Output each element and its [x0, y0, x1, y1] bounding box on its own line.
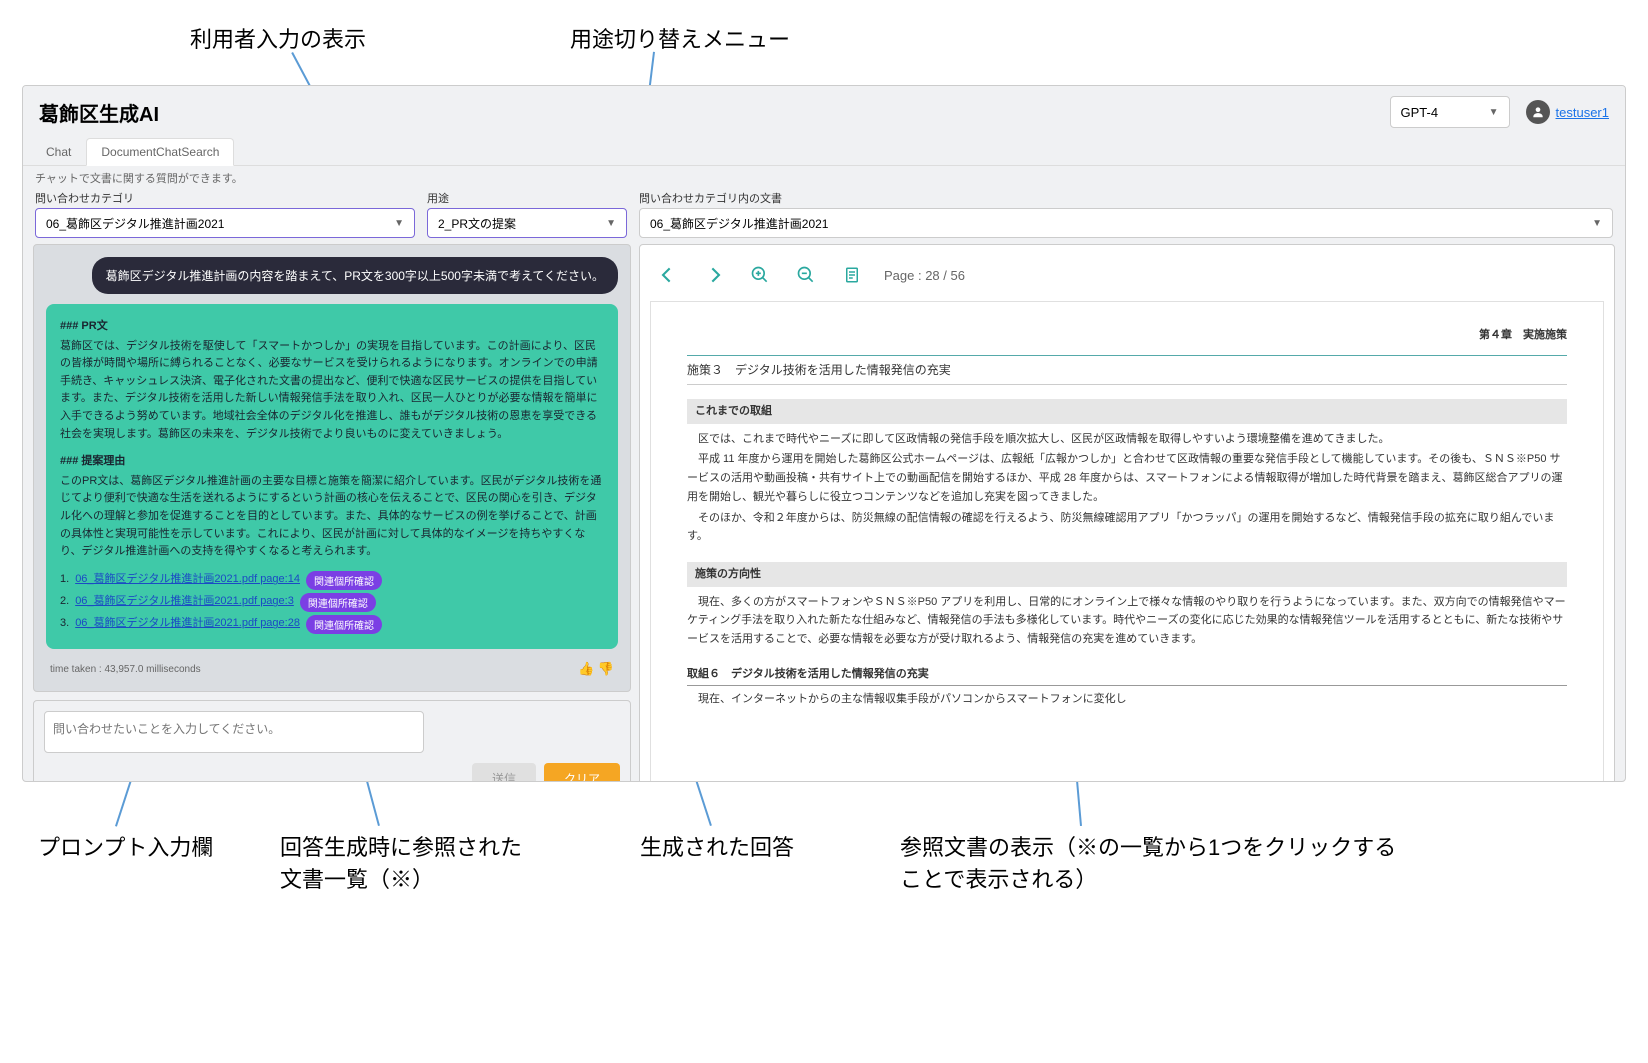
- ai-message: ### PR文 葛飾区では、デジタル技術を駆使して「スマートかつしか」の実現を目…: [46, 304, 618, 649]
- reference-number: 2.: [60, 593, 69, 611]
- purpose-value: 2_PR文の提案: [438, 215, 516, 232]
- reference-list: 1. 06_葛飾区デジタル推進計画2021.pdf page:14 関連個所確認…: [60, 571, 604, 634]
- document-page[interactable]: 第４章 実施施策 施策３ デジタル技術を活用した情報発信の充実 これまでの取組 …: [650, 301, 1604, 782]
- annotation-purpose-menu: 用途切り替えメニュー: [570, 22, 790, 54]
- titlebar: 葛飾区生成AI GPT-4 ▼ testuser1: [23, 86, 1625, 138]
- document-icon: [838, 261, 866, 289]
- doc-chapter: 第４章 実施施策: [687, 326, 1567, 345]
- reference-link[interactable]: 06_葛飾区デジタル推進計画2021.pdf page:14: [75, 571, 300, 589]
- ai-heading-reason: ### 提案理由: [60, 453, 604, 471]
- tab-chat[interactable]: Chat: [31, 138, 86, 165]
- clear-button[interactable]: クリア: [544, 763, 620, 782]
- doc-paragraph: 現在、多くの方がスマートフォンやＳＮＳ※P50 アプリを利用し、日常的にオンライ…: [687, 593, 1567, 649]
- next-page-button[interactable]: [700, 261, 728, 289]
- reference-link[interactable]: 06_葛飾区デジタル推進計画2021.pdf page:3: [75, 593, 294, 611]
- model-select[interactable]: GPT-4 ▼: [1390, 96, 1510, 128]
- helper-text: チャットで文書に関する質問ができます。: [23, 166, 1625, 190]
- reference-item: 3. 06_葛飾区デジタル推進計画2021.pdf page:28 関連個所確認: [60, 615, 604, 634]
- app-title: 葛飾区生成AI: [39, 98, 159, 127]
- doc-paragraph: 現在、インターネットからの主な情報収集手段がパソコンからスマートフォンに変化し: [687, 690, 1567, 709]
- ai-heading-pr: ### PR文: [60, 318, 604, 336]
- chat-scroll-area[interactable]: 葛飾区デジタル推進計画の内容を踏まえて、PR文を300字以上500字未満で考えて…: [33, 244, 631, 692]
- chevron-down-icon: ▼: [1592, 218, 1602, 229]
- doc-item-title: 取組６ デジタル技術を活用した情報発信の充実: [687, 665, 1567, 687]
- model-select-value: GPT-4: [1401, 105, 1439, 120]
- annotation-line: [115, 778, 132, 826]
- doc-dropdown[interactable]: 06_葛飾区デジタル推進計画2021 ▼: [639, 208, 1613, 238]
- page-info: Page : 28 / 56: [884, 268, 965, 283]
- doc-subhead-direction: 施策の方向性: [687, 562, 1567, 587]
- reference-number: 1.: [60, 571, 69, 589]
- zoom-out-button[interactable]: [792, 261, 820, 289]
- annotation-generated-answer: 生成された回答: [640, 830, 794, 862]
- time-taken: time taken : 43,957.0 milliseconds: [50, 664, 201, 675]
- user-message: 葛飾区デジタル推進計画の内容を踏まえて、PR文を300字以上500字未満で考えて…: [92, 257, 618, 294]
- purpose-label: 用途: [427, 190, 627, 206]
- reference-link[interactable]: 06_葛飾区デジタル推進計画2021.pdf page:28: [75, 615, 300, 633]
- doc-paragraph: 平成 11 年度から運用を開始した葛飾区公式ホームページは、広報紙「広報かつしか…: [687, 450, 1567, 506]
- input-area: 送信 クリア: [33, 700, 631, 782]
- category-dropdown[interactable]: 06_葛飾区デジタル推進計画2021 ▼: [35, 208, 415, 238]
- reference-confirm-button[interactable]: 関連個所確認: [306, 615, 382, 634]
- chevron-down-icon: ▼: [394, 218, 404, 229]
- username-link[interactable]: testuser1: [1556, 105, 1609, 120]
- feedback-thumbs[interactable]: 👍 👎: [578, 661, 614, 677]
- ai-paragraph-reason: このPR文は、葛飾区デジタル推進計画の主要な目標と施策を簡潔に紹介しています。区…: [60, 473, 604, 561]
- annotation-ref-docs: 回答生成時に参照された 文書一覧（※）: [280, 830, 522, 894]
- doc-paragraph: 区では、これまで時代やニーズに即して区政情報の発信手段を順次拡大し、区民が区政情…: [687, 430, 1567, 449]
- reference-confirm-button[interactable]: 関連個所確認: [300, 593, 376, 612]
- purpose-dropdown[interactable]: 2_PR文の提案 ▼: [427, 208, 627, 238]
- chevron-down-icon: ▼: [1489, 107, 1499, 118]
- category-value: 06_葛飾区デジタル推進計画2021: [46, 215, 224, 232]
- doc-section-title: 施策３ デジタル技術を活用した情報発信の充実: [687, 355, 1567, 385]
- prev-page-button[interactable]: [654, 261, 682, 289]
- doc-label: 問い合わせカテゴリ内の文書: [639, 190, 1613, 206]
- annotation-ref-doc-display: 参照文書の表示（※の一覧から1つをクリックすることで表示される）: [900, 830, 1400, 894]
- annotation-user-input: 利用者入力の表示: [190, 22, 366, 54]
- reference-number: 3.: [60, 615, 69, 633]
- category-label: 問い合わせカテゴリ: [35, 190, 415, 206]
- app-window: 葛飾区生成AI GPT-4 ▼ testuser1 Chat DocumentC…: [22, 85, 1626, 782]
- tab-document-chat-search[interactable]: DocumentChatSearch: [86, 138, 234, 166]
- zoom-in-button[interactable]: [746, 261, 774, 289]
- user-avatar-icon: [1526, 100, 1550, 124]
- ai-paragraph-pr: 葛飾区では、デジタル技術を駆使して「スマートかつしか」の実現を目指しています。こ…: [60, 338, 604, 444]
- tab-bar: Chat DocumentChatSearch: [23, 138, 1625, 166]
- doc-paragraph: そのほか、令和２年度からは、防災無線の配信情報の確認を行えるよう、防災無線確認用…: [687, 509, 1567, 546]
- reference-item: 2. 06_葛飾区デジタル推進計画2021.pdf page:3 関連個所確認: [60, 593, 604, 612]
- pdf-toolbar: Page : 28 / 56: [650, 255, 1604, 301]
- send-button[interactable]: 送信: [472, 763, 536, 782]
- document-viewer: Page : 28 / 56 第４章 実施施策 施策３ デジタル技術を活用した情…: [639, 244, 1615, 782]
- doc-subhead-past: これまでの取組: [687, 399, 1567, 424]
- reference-item: 1. 06_葛飾区デジタル推進計画2021.pdf page:14 関連個所確認: [60, 571, 604, 590]
- prompt-input[interactable]: [44, 711, 424, 753]
- reference-confirm-button[interactable]: 関連個所確認: [306, 571, 382, 590]
- chevron-down-icon: ▼: [606, 218, 616, 229]
- doc-value: 06_葛飾区デジタル推進計画2021: [650, 215, 828, 232]
- annotation-prompt-input: プロンプト入力欄: [38, 830, 213, 862]
